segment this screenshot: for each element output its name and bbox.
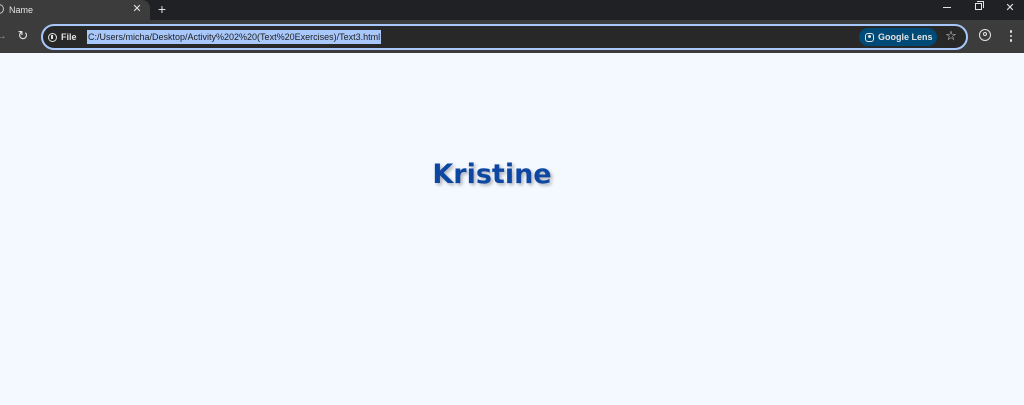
menu-kebab-icon[interactable] (1006, 28, 1016, 44)
google-lens-button[interactable]: Google Lens (859, 28, 937, 46)
google-lens-label: Google Lens (878, 32, 933, 42)
close-window-button[interactable]: ✕ (995, 0, 1024, 18)
tab-strip: Name ✕ + ✕ (0, 0, 1024, 20)
google-lens-icon (865, 32, 874, 42)
page-heading: Kristine (432, 159, 552, 190)
tab-name[interactable]: Name ✕ (0, 0, 150, 20)
close-icon: ✕ (1005, 2, 1015, 14)
globe-icon (0, 4, 4, 14)
tab-title: Name (9, 5, 34, 15)
restore-icon (974, 1, 984, 11)
browser-window: Name ✕ + ✕ → ↻ File C:/Users/micha/Deskt… (0, 0, 1024, 405)
new-tab-button[interactable]: + (155, 1, 169, 17)
reload-icon[interactable]: ↻ (15, 28, 31, 44)
site-info-label: File (61, 32, 77, 42)
minimize-icon (943, 6, 951, 8)
url-input[interactable]: C:/Users/micha/Desktop/Activity%202%20(T… (87, 30, 382, 44)
forward-arrow-icon[interactable]: → (0, 29, 7, 43)
bookmark-star-icon[interactable]: ☆ (943, 27, 959, 45)
site-info-button[interactable]: File (48, 30, 77, 44)
profile-icon[interactable] (979, 29, 991, 41)
info-icon (48, 32, 57, 42)
restore-button[interactable] (963, 0, 993, 18)
page-viewport: Kristine (0, 53, 1024, 405)
tab-close-icon[interactable]: ✕ (131, 2, 143, 16)
address-bar[interactable]: File C:/Users/micha/Desktop/Activity%202… (41, 24, 968, 50)
toolbar: → ↻ File C:/Users/micha/Desktop/Activity… (0, 20, 1024, 53)
minimize-button[interactable] (932, 0, 962, 18)
